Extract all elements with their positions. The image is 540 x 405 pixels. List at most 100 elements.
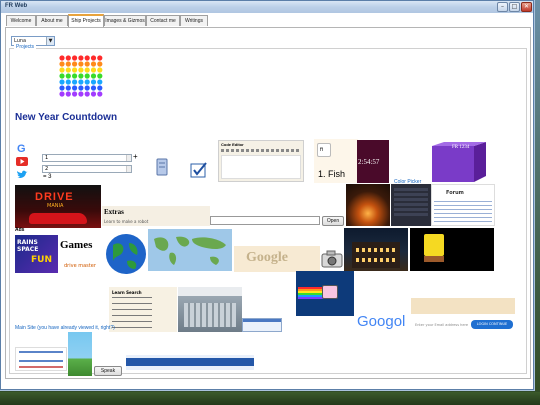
rainbow-dot <box>84 67 90 73</box>
desktop-taskbar <box>0 392 540 405</box>
rainbow-dot <box>65 55 71 61</box>
signup-continue-button: LOGIN CONTINUE <box>471 320 513 329</box>
rainbow-dot <box>59 85 65 91</box>
rainbow-dot <box>78 85 84 91</box>
google-doodle-thumbnail[interactable]: Google <box>234 246 320 272</box>
googol-text: Googol <box>357 313 406 330</box>
rainbow-dot <box>78 79 84 85</box>
googol-logo[interactable]: Googol <box>355 310 413 334</box>
rainbow-dot <box>90 67 97 73</box>
svg-text:G: G <box>17 143 26 154</box>
mansion-windows-lower <box>356 258 396 262</box>
signup-thumbnail[interactable]: Enter your Email address here LOGIN CONT… <box>411 298 515 336</box>
calc-operator: + <box>133 152 138 161</box>
projects-group-label: Projects <box>14 44 37 50</box>
tab-welcome[interactable]: Welcome <box>6 15 36 26</box>
forum-thumbnail[interactable]: Forum <box>431 184 495 226</box>
world-map-thumbnail[interactable] <box>148 229 232 271</box>
webpage-mid-bar <box>19 360 63 362</box>
rainbow-dot <box>65 79 71 85</box>
rainbow-dot <box>97 79 103 85</box>
globe-icon[interactable] <box>105 233 147 275</box>
tab-contact-me[interactable]: Contact me <box>146 15 180 26</box>
youtube-icon[interactable] <box>16 157 28 166</box>
code-editor-thumbnail[interactable]: Code Editor <box>218 140 304 182</box>
clock-thumbnail[interactable]: 2:54:57 <box>357 140 389 183</box>
rainbow-dot <box>84 79 90 85</box>
games-sub: drive master <box>64 263 96 269</box>
tab-ship-projects[interactable]: Ship Projects <box>68 14 104 27</box>
fish-search-thumbnail[interactable]: fi 1. Fish <box>314 139 358 183</box>
cat-icon <box>322 285 338 299</box>
close-button[interactable]: ✕ <box>521 2 532 12</box>
drive-mania-thumbnail[interactable]: DRIVE MANIA <box>15 185 101 228</box>
rainbow-grid-icon <box>59 55 103 97</box>
website-banner-bar <box>126 358 254 366</box>
website-banner-thumbnail[interactable] <box>126 355 254 370</box>
rainbow-dot <box>65 85 71 91</box>
rainbow-dot <box>59 79 65 85</box>
cube-thumbnail[interactable]: FR 1234 <box>426 140 488 184</box>
dialog-thumbnail[interactable] <box>242 318 282 332</box>
number-input-b[interactable]: 2 <box>42 165 132 173</box>
car-icon <box>29 213 87 224</box>
flappy-thumbnail[interactable] <box>68 332 92 376</box>
file-path-input[interactable] <box>210 216 320 225</box>
mansion-windows <box>356 248 396 252</box>
mansion-thumbnail[interactable] <box>344 228 408 271</box>
rainbow-dot <box>78 67 84 73</box>
drive-mania-sub: MANIA <box>47 203 64 209</box>
camera-icon[interactable] <box>321 250 343 268</box>
new-year-countdown-title[interactable]: New Year Countdown <box>15 112 117 123</box>
checklist-icon[interactable] <box>190 162 208 178</box>
rains-fun-title: FUN <box>31 255 52 265</box>
rains-space-thumbnail[interactable]: RAINS SPACE FUN <box>15 235 59 273</box>
rainbow-dot <box>90 73 97 79</box>
rainbow-dot <box>84 85 90 91</box>
learn-search-list <box>112 297 152 329</box>
rainbow-dot <box>65 61 71 67</box>
tab-panel: Luna ▼ Projects New Year Countdown G 1 +… <box>5 27 531 379</box>
database-icon[interactable] <box>156 158 168 176</box>
rainbow-dot <box>78 91 84 97</box>
mansion-shape <box>352 242 400 268</box>
tab-images-gizmos[interactable]: Images & Gizmos <box>104 15 146 26</box>
rainbow-dot <box>65 73 71 79</box>
tab-writings[interactable]: Writings <box>180 15 208 26</box>
minimize-button[interactable]: – <box>497 2 508 12</box>
fish-label: 1. Fish <box>318 169 346 179</box>
speak-button[interactable]: Speak <box>94 366 122 376</box>
twitter-icon[interactable] <box>16 170 28 180</box>
webpage-thumbnail[interactable] <box>15 347 67 371</box>
sponge-character-thumbnail[interactable] <box>410 228 494 271</box>
dark-app-thumbnail[interactable] <box>391 184 431 226</box>
rainbow-dot <box>72 67 78 73</box>
google-icon[interactable]: G <box>16 142 28 154</box>
games-thumbnail[interactable]: Games drive master <box>58 235 104 273</box>
clock-time: 2:54:57 <box>358 158 380 166</box>
fireplace-thumbnail[interactable] <box>346 184 390 226</box>
webpage-bottom-bar <box>19 366 63 368</box>
learn-search-thumbnail[interactable]: Learn Search <box>109 287 177 332</box>
rainbow-dot <box>59 61 65 67</box>
code-editor-title: Code Editor <box>221 142 244 147</box>
extras-thumbnail[interactable]: Extras Learn to make a robot <box>102 206 210 226</box>
rainbow-grid-thumbnail[interactable] <box>58 54 104 98</box>
open-button[interactable]: Open <box>322 216 344 226</box>
building-thumbnail[interactable] <box>178 287 242 332</box>
maximize-button[interactable]: □ <box>509 2 520 12</box>
rainbow-dot <box>72 55 78 61</box>
editor-area <box>221 155 301 179</box>
number-input-a[interactable]: 1 <box>42 154 132 162</box>
title-bar: FR Web – □ ✕ <box>1 1 533 13</box>
main-site-link[interactable]: Main Site (you have already viewed it, r… <box>15 325 115 331</box>
nyan-cat-thumbnail[interactable] <box>296 271 354 316</box>
rainbow-dot <box>72 73 78 79</box>
tab-about-me[interactable]: About me <box>36 15 68 26</box>
spinner-icon[interactable] <box>126 155 131 161</box>
rainbow-dot <box>78 55 84 61</box>
rainbow-dot <box>84 73 90 79</box>
extras-sub: Learn to make a robot <box>104 219 149 224</box>
rainbow-dot <box>65 67 71 73</box>
spinner-icon[interactable] <box>126 166 131 172</box>
